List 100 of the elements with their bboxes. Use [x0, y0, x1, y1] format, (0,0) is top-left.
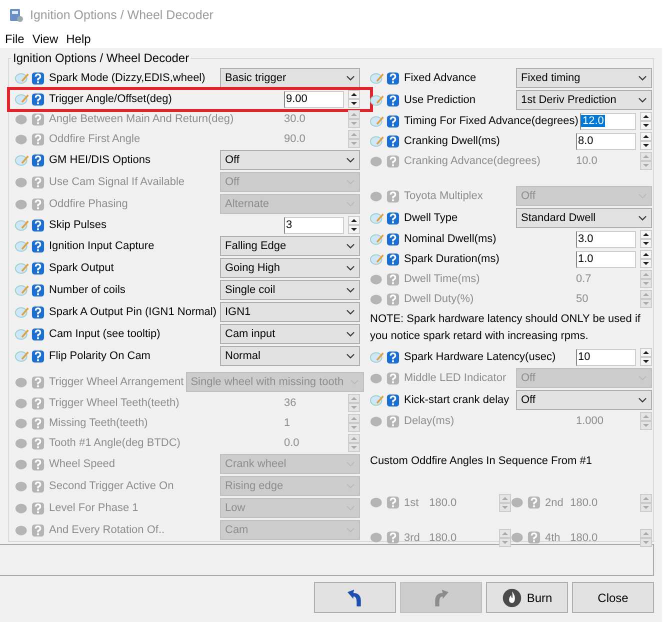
- close-button[interactable]: Close: [572, 582, 654, 613]
- help-icon[interactable]: [31, 112, 45, 126]
- help-icon[interactable]: [31, 306, 45, 318]
- help-icon[interactable]: [386, 212, 400, 224]
- help-icon[interactable]: [31, 416, 45, 430]
- chevron-down-icon: [346, 353, 355, 359]
- field-label: Fixed Advance: [404, 72, 478, 84]
- help-icon[interactable]: [386, 190, 400, 202]
- help-icon[interactable]: [31, 262, 45, 274]
- help-icon[interactable]: [31, 502, 45, 514]
- number-input[interactable]: 1.0: [576, 250, 636, 268]
- help-icon[interactable]: [386, 232, 400, 246]
- dropdown[interactable]: Fixed timing: [516, 68, 652, 88]
- field-value: 50: [576, 293, 590, 305]
- field-label: Middle LED Indicator: [404, 372, 508, 384]
- help-icon[interactable]: [31, 198, 45, 210]
- dropdown[interactable]: Falling Edge: [220, 236, 360, 256]
- dropdown[interactable]: 1st Deriv Prediction: [516, 90, 652, 110]
- help-icon[interactable]: [31, 176, 45, 188]
- dropdown[interactable]: Single coil: [220, 280, 360, 300]
- help-icon[interactable]: [386, 134, 400, 148]
- chevron-down-icon: [346, 243, 355, 249]
- field-label: Spark Hardware Latency(usec): [404, 351, 557, 363]
- menu-item[interactable]: View: [32, 32, 58, 46]
- field-label: Spark Mode (Dizzy,EDIS,wheel): [49, 72, 206, 84]
- field-label: Angle Between Main And Return(deg): [49, 113, 235, 125]
- help-icon[interactable]: [31, 218, 45, 232]
- field-label: Number of coils: [49, 284, 126, 296]
- help-icon[interactable]: [31, 436, 45, 450]
- help-icon[interactable]: [527, 496, 541, 509]
- spinner-icon[interactable]: [640, 132, 652, 150]
- help-icon[interactable]: [31, 376, 45, 388]
- help-icon[interactable]: [31, 350, 45, 362]
- field-label: Second Trigger Active On: [49, 480, 175, 492]
- help-icon[interactable]: [386, 94, 400, 106]
- dropdown[interactable]: Basic trigger: [220, 68, 360, 88]
- help-icon[interactable]: [386, 350, 400, 364]
- spinner-icon[interactable]: [348, 216, 360, 234]
- dropdown[interactable]: Going High: [220, 258, 360, 278]
- spinner-icon[interactable]: [640, 230, 652, 248]
- help-icon[interactable]: [31, 72, 45, 84]
- help-icon[interactable]: [527, 531, 541, 544]
- field-label: Oddfire Phasing: [49, 198, 129, 210]
- help-icon[interactable]: [31, 458, 45, 470]
- chevron-down-icon: [638, 97, 647, 103]
- chevron-down-icon: [346, 287, 355, 293]
- help-icon[interactable]: [31, 154, 45, 166]
- field-value: 90.0: [284, 133, 306, 145]
- help-icon[interactable]: [31, 396, 45, 410]
- field-label: Dwell Time(ms): [404, 273, 481, 285]
- help-icon[interactable]: [386, 414, 400, 428]
- number-input[interactable]: 3.0: [576, 230, 636, 248]
- help-icon[interactable]: [386, 496, 400, 509]
- help-icon[interactable]: [386, 114, 400, 128]
- help-icon[interactable]: [386, 394, 400, 406]
- help-icon[interactable]: [31, 92, 45, 106]
- field-label: Cam Input (see tooltip): [49, 328, 162, 340]
- chevron-down-icon: [346, 265, 355, 271]
- number-input[interactable]: 12.0: [580, 112, 636, 130]
- dropdown[interactable]: Off: [220, 150, 360, 170]
- dropdown[interactable]: Cam input: [220, 324, 360, 344]
- help-icon[interactable]: [386, 372, 400, 384]
- chevron-down-icon: [346, 309, 355, 315]
- field-label: Trigger Wheel Teeth(teeth): [49, 397, 180, 409]
- help-icon[interactable]: [31, 132, 45, 146]
- spinner-icon[interactable]: [640, 112, 652, 130]
- spinner-icon[interactable]: [348, 90, 360, 108]
- help-icon[interactable]: [386, 531, 400, 544]
- field-label: And Every Rotation Of..: [49, 524, 166, 536]
- help-icon[interactable]: [31, 284, 45, 296]
- field-label: Cranking Advance(degrees): [404, 155, 542, 167]
- spinner-icon[interactable]: [640, 250, 652, 268]
- number-input[interactable]: 3: [284, 216, 344, 234]
- dropdown[interactable]: Standard Dwell: [516, 208, 652, 228]
- dropdown[interactable]: IGN1: [220, 302, 360, 322]
- number-input[interactable]: 10: [576, 348, 636, 366]
- field-label: Dwell Duty(%): [404, 293, 475, 305]
- field-value: 10.0: [576, 155, 598, 167]
- number-input[interactable]: 8.0: [576, 132, 636, 150]
- undo-button[interactable]: [314, 582, 396, 613]
- field-label: Spark A Output Pin (IGN1 Normal): [49, 306, 218, 318]
- menu-item[interactable]: File: [5, 32, 24, 46]
- field-value: 0.7: [576, 273, 592, 285]
- field-label: Spark Duration(ms): [404, 253, 500, 265]
- help-icon[interactable]: [386, 272, 400, 286]
- help-icon[interactable]: [386, 252, 400, 266]
- number-input[interactable]: 9.00: [284, 90, 344, 108]
- help-icon[interactable]: [31, 524, 45, 536]
- help-icon[interactable]: [386, 72, 400, 84]
- dropdown[interactable]: Normal: [220, 346, 360, 366]
- help-icon[interactable]: [31, 328, 45, 340]
- help-icon[interactable]: [31, 480, 45, 492]
- dropdown[interactable]: Off: [516, 390, 652, 410]
- burn-button[interactable]: Burn: [486, 582, 568, 613]
- help-icon[interactable]: [386, 154, 400, 168]
- menu-item[interactable]: Help: [66, 32, 91, 46]
- chevron-down-icon: [346, 75, 355, 81]
- help-icon[interactable]: [386, 292, 400, 306]
- help-icon[interactable]: [31, 240, 45, 252]
- spinner-icon[interactable]: [640, 348, 652, 366]
